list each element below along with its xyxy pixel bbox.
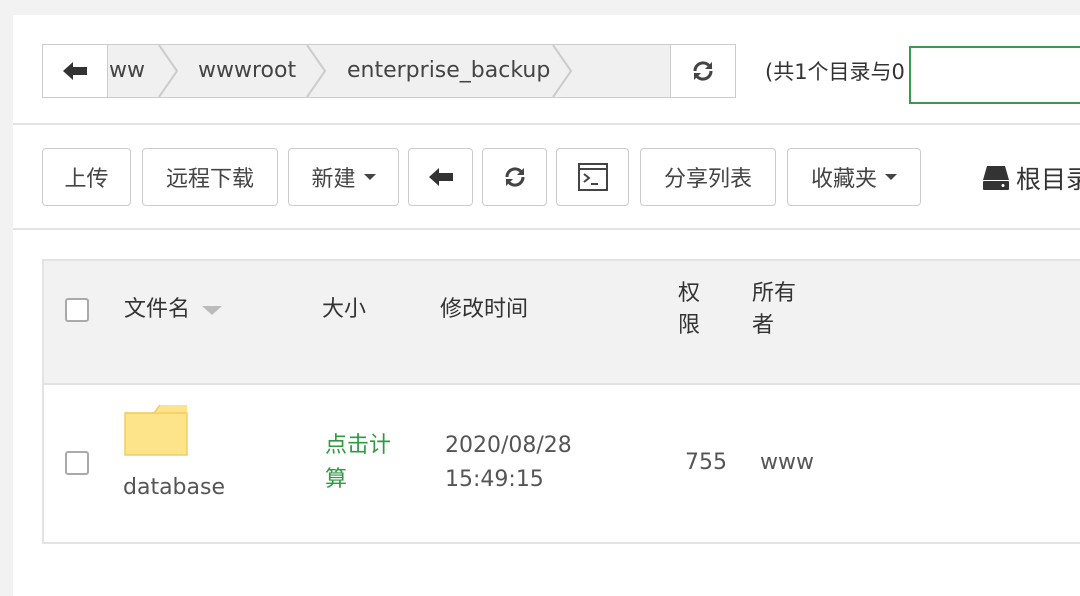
column-header-name-label: 文件名 [124,297,191,322]
table-header-strip [44,361,1080,385]
column-header-size[interactable]: 大小 [322,294,366,326]
path-back-button[interactable] [43,45,108,97]
hard-drive-icon [983,166,1009,190]
terminal-icon [577,163,608,191]
upload-label: 上传 [64,167,109,192]
root-directory-button[interactable]: 根目录 [982,160,1080,196]
breadcrumb-item[interactable]: enterprise_backup [347,45,550,97]
refresh-icon [693,61,713,81]
file-name[interactable]: database [123,471,225,505]
arrow-left-icon [428,168,453,186]
table-header: 文件名 大小 修改时间 权限 所有者 [44,261,1080,363]
select-all-checkbox[interactable] [65,298,89,322]
refresh-button[interactable] [482,148,547,206]
breadcrumb-separator [158,45,179,97]
breadcrumb-separator [552,45,573,97]
column-header-modified[interactable]: 修改时间 [440,294,528,326]
directory-summary: (共1个目录与0 [765,60,905,84]
refresh-icon [504,167,525,187]
upload-button[interactable]: 上传 [42,148,131,206]
caret-down-icon [885,174,897,180]
path-refresh-button[interactable] [670,45,735,97]
root-directory-label: 根目录 [1016,165,1080,194]
breadcrumb-item[interactable]: ww [109,45,145,97]
column-header-permission[interactable]: 权限 [678,278,702,342]
remote-download-button[interactable]: 远程下载 [142,148,278,206]
share-list-button[interactable]: 分享列表 [640,148,776,206]
terminal-button[interactable] [556,148,629,206]
modified-time: 2020/08/28 15:49:15 [445,433,572,492]
sort-caret-icon [202,305,223,315]
folder-icon[interactable] [124,403,188,457]
file-table: 文件名 大小 修改时间 权限 所有者 database 点击计算 2020/08… [42,259,1080,544]
remote-download-label: 远程下载 [165,167,254,192]
calculate-size-link[interactable]: 点击计算 [325,429,405,497]
new-dropdown-button[interactable]: 新建 [288,148,399,206]
arrow-left-icon [63,62,87,80]
back-button[interactable] [408,148,473,206]
row-checkbox[interactable] [65,451,89,475]
permission-value[interactable]: 755 [685,446,727,480]
column-header-owner[interactable]: 所有者 [752,278,800,342]
caret-down-icon [363,174,376,180]
breadcrumb-separator [306,45,327,97]
owner-value[interactable]: www [760,446,814,480]
column-header-name[interactable]: 文件名 [124,294,223,326]
search-input[interactable] [909,46,1080,104]
favorites-dropdown-button[interactable]: 收藏夹 [787,148,921,206]
favorites-label: 收藏夹 [810,167,877,192]
share-list-label: 分享列表 [663,167,752,192]
path-bar: ww wwwroot enterprise_backup [42,44,736,98]
new-label: 新建 [311,167,356,192]
breadcrumb-item[interactable]: wwwroot [198,45,296,97]
divider [13,123,1080,125]
divider [13,228,1080,230]
